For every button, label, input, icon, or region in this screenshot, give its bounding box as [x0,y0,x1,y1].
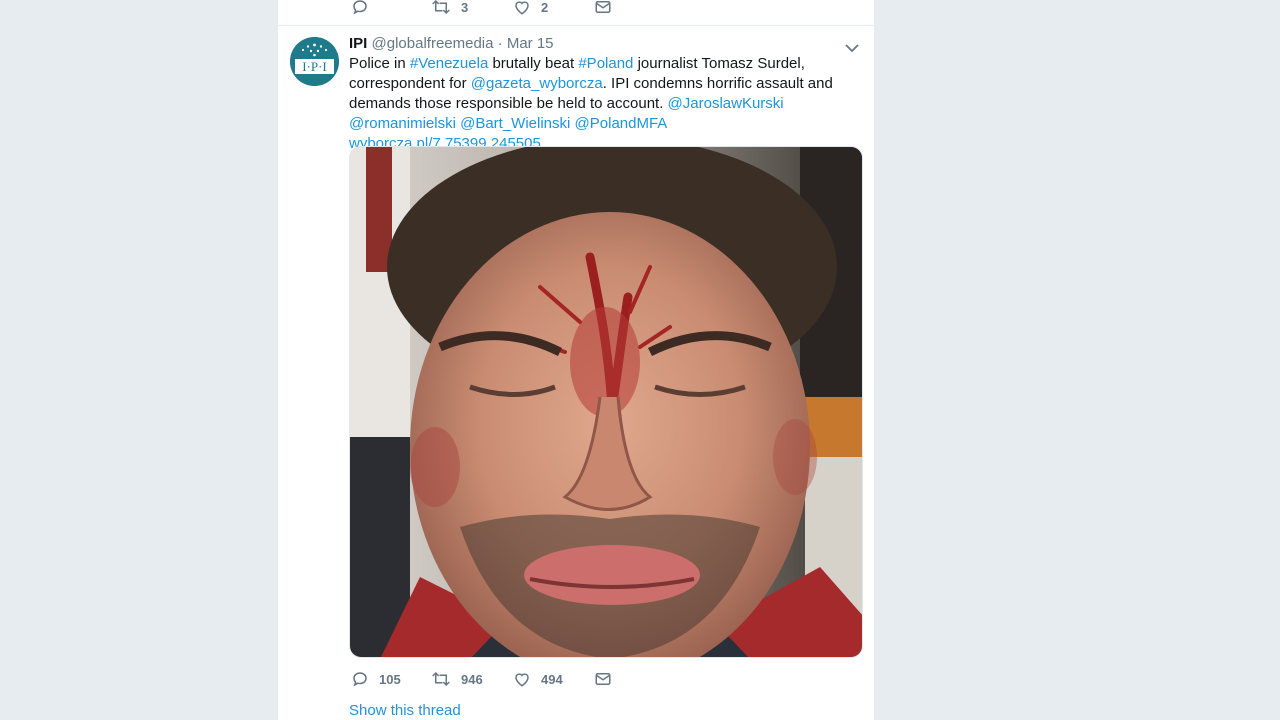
retweet-icon [432,671,450,687]
tweet-header: IPI @globalfreemedia · Mar 15 [349,35,554,53]
injured-journalist-photo [350,147,862,657]
like-button[interactable]: 2 [513,0,548,16]
heart-icon [515,1,529,15]
dm-button[interactable] [594,670,612,688]
mail-icon [595,673,611,685]
tweet-link[interactable]: @PolandMFA [575,115,667,132]
tweet-link[interactable]: @gazeta_wyborcza [471,75,603,92]
tweet-photo[interactable] [349,146,863,658]
dm-button[interactable] [594,0,612,16]
tweet-text-segment: Police in [349,55,410,72]
ipi-logo-icon: I·P·I [290,37,339,86]
timeline: 3 2 I·P·I IPI @globalfreemedia · Mar 15 … [278,0,874,720]
avatar[interactable]: I·P·I [290,37,339,86]
tweet[interactable]: I·P·I IPI @globalfreemedia · Mar 15 Poli… [278,26,874,720]
reply-count: 105 [379,671,401,687]
tweet-text-segment: brutally beat [488,55,579,72]
tweet-actions: 105 946 494 [349,670,854,692]
author-handle[interactable]: @globalfreemedia [372,35,494,52]
header-separator: · [497,35,503,52]
heart-icon [515,673,529,687]
tweet-link[interactable]: @Bart_Wielinski [460,115,570,132]
tweet-link[interactable]: #Venezuela [410,55,488,72]
tweet-date[interactable]: Mar 15 [507,35,554,52]
tweet-link[interactable]: @romanimielski [349,115,456,132]
retweet-icon [432,0,450,15]
retweet-count: 3 [461,0,469,15]
tweet-text: Police in #Venezuela brutally beat #Pola… [349,54,854,154]
retweet-count: 946 [461,671,483,687]
like-count: 494 [541,671,563,687]
tweet-link[interactable]: #Poland [578,55,633,72]
mail-icon [595,1,611,13]
reply-button[interactable]: 105 [351,670,401,688]
like-count: 2 [541,0,549,15]
previous-tweet-actions: 3 2 [278,0,874,26]
tweet-link[interactable]: @JaroslawKurski [668,95,784,112]
reply-icon [353,672,367,687]
show-thread-link[interactable]: Show this thread [349,702,461,719]
chevron-down-icon [845,44,859,53]
retweet-button[interactable]: 3 [431,0,468,16]
retweet-button[interactable]: 946 [431,670,483,688]
like-button[interactable]: 494 [513,670,563,688]
reply-button[interactable] [351,0,369,16]
svg-text:I·P·I: I·P·I [302,59,327,74]
reply-icon [353,0,367,15]
author-name[interactable]: IPI [349,35,367,52]
